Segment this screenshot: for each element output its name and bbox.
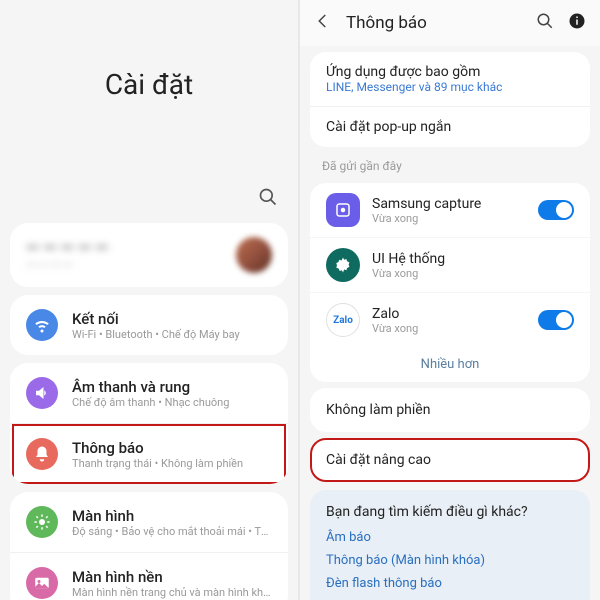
suggestions-card: Bạn đang tìm kiếm điều gì khác? Âm báo Th… bbox=[310, 490, 590, 600]
zalo-icon: Zalo bbox=[326, 303, 360, 337]
sound-icon bbox=[26, 377, 58, 409]
settings-item-sound[interactable]: Âm thanh và rungChế độ âm thanh • Nhạc c… bbox=[10, 363, 288, 423]
search-row bbox=[0, 187, 298, 217]
included-apps-title: Ứng dụng được bao gồm bbox=[326, 64, 574, 80]
settings-item-sub: Chế độ âm thanh • Nhạc chuông bbox=[72, 396, 272, 409]
settings-group-card: Âm thanh và rungChế độ âm thanh • Nhạc c… bbox=[10, 363, 288, 484]
app-sub: Vừa xong bbox=[372, 322, 526, 335]
samsung-icon bbox=[326, 193, 360, 227]
more-link[interactable]: Nhiều hơn bbox=[310, 347, 590, 382]
search-icon[interactable] bbox=[536, 12, 554, 34]
brief-popup-item[interactable]: Cài đặt pop-up ngắn bbox=[310, 106, 590, 147]
header: Thông báo bbox=[300, 0, 600, 46]
page-title: Cài đặt bbox=[0, 68, 298, 101]
settings-item-title: Màn hình nền bbox=[72, 568, 272, 586]
suggestion-link[interactable]: Đèn flash thông báo bbox=[326, 576, 574, 591]
avatar bbox=[236, 237, 272, 273]
settings-item-sub: Màn hình nền trang chủ và màn hình khóa bbox=[72, 586, 272, 599]
profile-name: — — — — — bbox=[26, 238, 236, 258]
back-icon[interactable] bbox=[314, 12, 332, 34]
app-sub: Vừa xong bbox=[372, 212, 526, 225]
settings-item-sub: Wi-Fi • Bluetooth • Chế độ Máy bay bbox=[72, 328, 272, 341]
profile-card[interactable]: — — — — — — — — — bbox=[10, 223, 288, 287]
advanced-settings-item[interactable]: Cài đặt nâng cao bbox=[310, 438, 590, 482]
bell-icon bbox=[26, 438, 58, 470]
app-sub: Vừa xong bbox=[372, 267, 574, 280]
settings-group-card: Kết nốiWi-Fi • Bluetooth • Chế độ Máy ba… bbox=[10, 295, 288, 355]
settings-group-card: Màn hìnhĐộ sáng • Bảo vệ cho mắt thoải m… bbox=[10, 492, 288, 600]
brief-popup-title: Cài đặt pop-up ngắn bbox=[326, 119, 574, 135]
wifi-icon bbox=[26, 309, 58, 341]
included-apps-sub: LINE, Messenger và 89 mục khác bbox=[326, 80, 574, 94]
settings-item-bell[interactable]: Thông báoThanh trạng thái • Không làm ph… bbox=[10, 423, 288, 484]
suggestions-title: Bạn đang tìm kiếm điều gì khác? bbox=[326, 504, 574, 520]
app-row-zalo[interactable]: ZaloZaloVừa xong bbox=[310, 292, 590, 347]
settings-item-title: Thông báo bbox=[72, 439, 272, 457]
included-apps-card: Ứng dụng được bao gồm LINE, Messenger và… bbox=[310, 52, 590, 147]
notification-toggle[interactable] bbox=[538, 310, 574, 330]
suggestion-link[interactable]: Thông báo (Màn hình khóa) bbox=[326, 553, 574, 568]
settings-root-pane: Cài đặt — — — — — — — — — Kết nốiWi-Fi •… bbox=[0, 0, 300, 600]
system-icon bbox=[326, 248, 360, 282]
notification-toggle[interactable] bbox=[538, 200, 574, 220]
settings-item-title: Màn hình bbox=[72, 507, 272, 525]
settings-item-title: Âm thanh và rung bbox=[72, 378, 272, 396]
app-name: UI Hệ thống bbox=[372, 251, 574, 267]
app-row-system[interactable]: UI Hệ thốngVừa xong bbox=[310, 237, 590, 292]
settings-item-image[interactable]: Màn hình nềnMàn hình nền trang chủ và mà… bbox=[10, 552, 288, 600]
sun-icon bbox=[26, 506, 58, 538]
image-icon bbox=[26, 567, 58, 599]
header-title: Thông báo bbox=[346, 13, 522, 33]
info-icon[interactable] bbox=[568, 12, 586, 34]
settings-item-sub: Thanh trạng thái • Không làm phiền bbox=[72, 457, 272, 470]
search-icon[interactable] bbox=[258, 192, 278, 211]
notifications-settings-pane: Thông báo Ứng dụng được bao gồm LINE, Me… bbox=[300, 0, 600, 600]
included-apps-item[interactable]: Ứng dụng được bao gồm LINE, Messenger và… bbox=[310, 52, 590, 106]
settings-item-title: Kết nối bbox=[72, 310, 272, 328]
settings-item-wifi[interactable]: Kết nốiWi-Fi • Bluetooth • Chế độ Máy ba… bbox=[10, 295, 288, 355]
do-not-disturb-item[interactable]: Không làm phiền bbox=[310, 388, 590, 432]
app-name: Samsung capture bbox=[372, 196, 526, 212]
recent-sent-label: Đã gửi gần đây bbox=[300, 153, 600, 177]
suggestion-link[interactable]: Âm báo bbox=[326, 530, 574, 545]
profile-sub: — — — — bbox=[26, 258, 236, 272]
app-row-samsung[interactable]: Samsung captureVừa xong bbox=[310, 183, 590, 237]
settings-item-sub: Độ sáng • Bảo vệ cho mắt thoải mái • Tha… bbox=[72, 525, 272, 538]
settings-item-sun[interactable]: Màn hìnhĐộ sáng • Bảo vệ cho mắt thoải m… bbox=[10, 492, 288, 552]
recent-apps-card: Samsung captureVừa xongUI Hệ thốngVừa xo… bbox=[310, 183, 590, 382]
app-name: Zalo bbox=[372, 306, 526, 322]
